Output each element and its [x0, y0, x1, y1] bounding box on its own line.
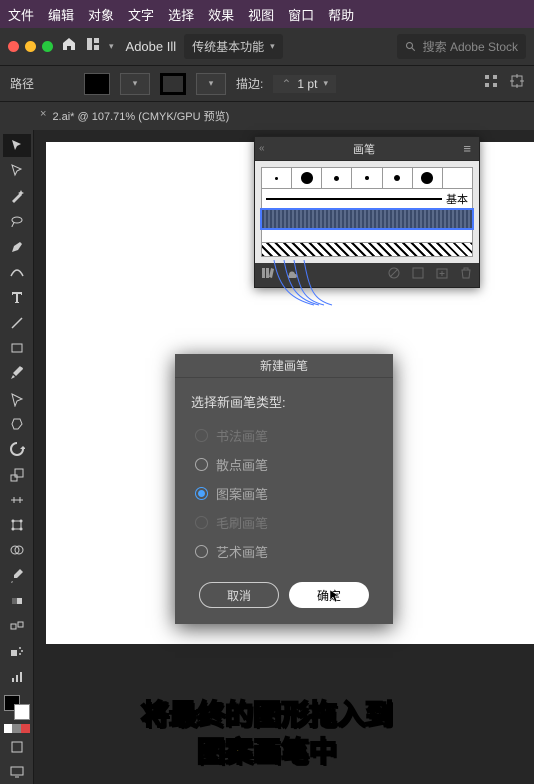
- color-mode-switcher[interactable]: [4, 724, 30, 734]
- radio-icon[interactable]: [195, 458, 208, 471]
- menu-file[interactable]: 文件: [8, 5, 34, 24]
- brushes-list: 基本: [255, 161, 479, 263]
- brush-basic-row[interactable]: 基本: [261, 189, 473, 209]
- app-name-label: Adobe Ill: [126, 39, 177, 54]
- document-tabbar: × 2.ai* @ 107.71% (CMYK/GPU 预览): [0, 102, 534, 130]
- curvature-tool[interactable]: [3, 260, 31, 283]
- menu-object[interactable]: 对象: [88, 5, 114, 24]
- menu-select[interactable]: 选择: [168, 5, 194, 24]
- stroke-label: 描边:: [236, 75, 263, 92]
- radio-icon: [195, 516, 208, 529]
- gradient-tool[interactable]: [3, 589, 31, 612]
- window-controls: [8, 41, 53, 52]
- shape-builder-tool[interactable]: [3, 539, 31, 562]
- maximize-window-button[interactable]: [42, 41, 53, 52]
- blend-tool[interactable]: [3, 615, 31, 638]
- line-tool[interactable]: [3, 311, 31, 334]
- brush-hatch-row[interactable]: [261, 243, 473, 257]
- close-window-button[interactable]: [8, 41, 19, 52]
- selection-type-label: 路径: [10, 75, 34, 92]
- menu-help[interactable]: 帮助: [328, 5, 354, 24]
- dialog-prompt: 选择新画笔类型:: [191, 392, 377, 411]
- workspace-dropdown[interactable]: 传统基本功能▾: [184, 34, 283, 59]
- ok-button[interactable]: 确定: [289, 582, 369, 608]
- radio-bristle: 毛刷画笔: [191, 508, 377, 537]
- pen-tool[interactable]: [3, 235, 31, 258]
- minimize-window-button[interactable]: [25, 41, 36, 52]
- brush-pattern-row-selected[interactable]: [261, 209, 473, 229]
- dialog-title: 新建画笔: [175, 354, 393, 378]
- tool-column: [0, 130, 34, 784]
- radio-icon: [195, 429, 208, 442]
- menubar: 文件 编辑 对象 文字 选择 效果 视图 窗口 帮助: [0, 0, 534, 28]
- brushes-panel[interactable]: « 画笔 ≡ 基本: [254, 136, 480, 288]
- stroke-dropdown[interactable]: ▾: [196, 73, 226, 95]
- symbol-sprayer-tool[interactable]: [3, 640, 31, 663]
- remove-stroke-icon[interactable]: [387, 266, 401, 285]
- shaper-tool[interactable]: [3, 387, 31, 410]
- free-transform-tool[interactable]: [3, 513, 31, 536]
- radio-scatter[interactable]: 散点画笔: [191, 450, 377, 479]
- close-tab-icon[interactable]: ×: [40, 108, 46, 124]
- brush-cloud-icon[interactable]: [285, 266, 299, 285]
- search-input[interactable]: 搜索 Adobe Stock: [397, 34, 526, 59]
- radio-pattern[interactable]: 图案画笔: [191, 479, 377, 508]
- panel-layout-icon[interactable]: [85, 36, 101, 57]
- fill-stroke-swatch[interactable]: [4, 695, 30, 720]
- eyedropper-tool[interactable]: [3, 564, 31, 587]
- width-tool[interactable]: [3, 488, 31, 511]
- control-bar: ▾ Adobe Ill 传统基本功能▾ 搜索 Adobe Stock: [0, 28, 534, 66]
- direct-selection-tool[interactable]: [3, 159, 31, 182]
- transform-icon[interactable]: [510, 74, 524, 93]
- fill-swatch[interactable]: [84, 73, 110, 95]
- menu-edit[interactable]: 编辑: [48, 5, 74, 24]
- brush-options-icon[interactable]: [411, 266, 425, 285]
- menu-window[interactable]: 窗口: [288, 5, 314, 24]
- cancel-button[interactable]: 取消: [199, 582, 279, 608]
- brush-library-icon[interactable]: [261, 266, 275, 285]
- panel-collapse-icon[interactable]: «: [259, 143, 265, 154]
- radio-calligraphic: 书法画笔: [191, 421, 377, 450]
- menu-view[interactable]: 视图: [248, 5, 274, 24]
- properties-bar: 路径 ▾ ▾ 描边: ⌃1 pt▾: [0, 66, 534, 102]
- radio-icon[interactable]: [195, 545, 208, 558]
- stroke-width-field[interactable]: ⌃1 pt▾: [273, 75, 336, 93]
- type-tool[interactable]: [3, 286, 31, 309]
- align-icon[interactable]: [484, 74, 498, 93]
- rotate-tool[interactable]: [3, 438, 31, 461]
- new-brush-dialog: 新建画笔 选择新画笔类型: 书法画笔 散点画笔 图案画笔 毛刷画笔 艺术画笔 取…: [175, 354, 393, 624]
- brush-thin-row[interactable]: [261, 229, 473, 243]
- menu-effect[interactable]: 效果: [208, 5, 234, 24]
- brushes-panel-header[interactable]: « 画笔 ≡: [255, 137, 479, 161]
- cursor-icon: [329, 589, 341, 603]
- eraser-tool[interactable]: [3, 412, 31, 435]
- magic-wand-tool[interactable]: [3, 185, 31, 208]
- radio-art[interactable]: 艺术画笔: [191, 537, 377, 566]
- menu-type[interactable]: 文字: [128, 5, 154, 24]
- brush-calligraphic-row[interactable]: [261, 167, 473, 189]
- panel-menu-icon[interactable]: ≡: [463, 141, 471, 156]
- draw-mode-icon[interactable]: [3, 735, 31, 758]
- selection-tool[interactable]: [3, 134, 31, 157]
- screen-mode-icon[interactable]: [3, 761, 31, 784]
- rectangle-tool[interactable]: [3, 336, 31, 359]
- layout-chevron-icon[interactable]: ▾: [109, 41, 114, 52]
- home-icon[interactable]: [61, 36, 77, 57]
- radio-icon[interactable]: [195, 487, 208, 500]
- document-tab[interactable]: × 2.ai* @ 107.71% (CMYK/GPU 预览): [40, 108, 229, 124]
- brushes-panel-footer: [255, 263, 479, 287]
- graph-tool[interactable]: [3, 665, 31, 688]
- stroke-swatch[interactable]: [160, 73, 186, 95]
- scale-tool[interactable]: [3, 463, 31, 486]
- fill-dropdown[interactable]: ▾: [120, 73, 150, 95]
- lasso-tool[interactable]: [3, 210, 31, 233]
- delete-brush-icon[interactable]: [459, 266, 473, 285]
- new-brush-icon[interactable]: [435, 266, 449, 285]
- paintbrush-tool[interactable]: [3, 362, 31, 385]
- brushes-panel-title: 画笔: [353, 141, 375, 157]
